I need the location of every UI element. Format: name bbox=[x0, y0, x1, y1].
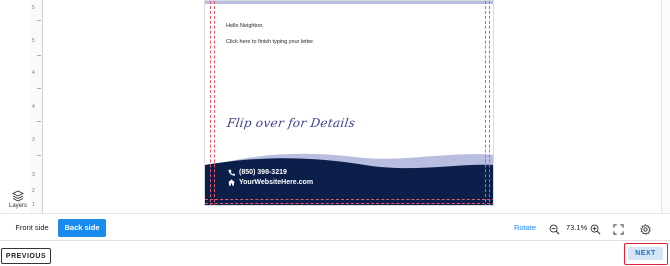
ruler-number: 1 bbox=[32, 202, 35, 208]
ruler-number: 4 bbox=[32, 70, 35, 76]
zoom-in-icon bbox=[590, 224, 601, 235]
ruler-tick bbox=[37, 55, 41, 56]
safe-guide-bottom bbox=[205, 199, 493, 200]
zoom-out-icon bbox=[549, 224, 560, 235]
layers-label: Layers bbox=[8, 203, 27, 209]
rotate-button[interactable]: Rotate bbox=[514, 223, 536, 232]
flip-over-text[interactable]: Flip over for Details bbox=[226, 116, 356, 130]
website-text: YourWebsiteHere.com bbox=[239, 179, 314, 186]
fullscreen-icon bbox=[613, 224, 624, 235]
phone-line[interactable]: (850) 398-3219 bbox=[228, 169, 287, 176]
next-button[interactable]: NEXT bbox=[628, 247, 663, 260]
tab-front-side[interactable]: Front side bbox=[10, 219, 54, 237]
layers-icon bbox=[12, 190, 24, 202]
ruler-tick bbox=[37, 121, 41, 122]
zoom-out-button[interactable] bbox=[549, 222, 560, 240]
safe-guide-right bbox=[485, 1, 486, 205]
ruler-tick bbox=[37, 20, 41, 21]
greeting-text[interactable]: Hello Neighbor, bbox=[226, 23, 264, 29]
right-scroll-rail[interactable] bbox=[661, 0, 670, 213]
editor-toolbar: Front side Back side Rotate 73.1% bbox=[0, 213, 670, 241]
next-highlight-box: NEXT bbox=[624, 243, 668, 265]
fullscreen-button[interactable] bbox=[613, 222, 624, 240]
ruler-number: 5 bbox=[32, 5, 35, 11]
card-top-band bbox=[205, 1, 493, 4]
ruler-tick bbox=[37, 88, 41, 89]
tab-back-side[interactable]: Back side bbox=[58, 219, 106, 237]
layers-button[interactable]: Layers bbox=[6, 190, 30, 209]
bleed-guide-bottom bbox=[205, 203, 493, 204]
vertical-ruler: 5 5 4 4 3 3 2 1 bbox=[30, 0, 43, 213]
website-line[interactable]: YourWebsiteHere.com bbox=[228, 179, 313, 186]
phone-icon bbox=[228, 169, 235, 176]
previous-button[interactable]: PREVIOUS bbox=[1, 248, 51, 264]
zoom-level: 73.1% bbox=[566, 223, 588, 232]
ruler-number: 3 bbox=[32, 172, 35, 178]
postcard-back: Hello Neighbor, Click here to finish typ… bbox=[204, 0, 494, 206]
home-icon bbox=[228, 179, 235, 186]
ruler-number: 5 bbox=[32, 38, 35, 44]
phone-number: (850) 398-3219 bbox=[239, 169, 287, 176]
editor-canvas: 5 5 4 4 3 3 2 1 Layers Hello Neighbor, C… bbox=[0, 0, 670, 213]
letter-body-text[interactable]: Click here to finish typing your letter. bbox=[226, 39, 314, 45]
settings-icon bbox=[640, 224, 651, 235]
zoom-in-button[interactable] bbox=[590, 222, 601, 240]
ruler-number: 2 bbox=[32, 188, 35, 194]
bleed-guide-left bbox=[210, 1, 211, 205]
bleed-guide-right bbox=[489, 1, 490, 205]
settings-button[interactable] bbox=[640, 222, 651, 240]
ruler-tick bbox=[37, 155, 41, 156]
wave-footer-graphic bbox=[205, 153, 493, 205]
ruler-number: 4 bbox=[32, 104, 35, 110]
safe-guide-left bbox=[214, 1, 215, 205]
wizard-footer: PREVIOUS NEXT bbox=[0, 240, 670, 266]
ruler-number: 3 bbox=[32, 137, 35, 143]
